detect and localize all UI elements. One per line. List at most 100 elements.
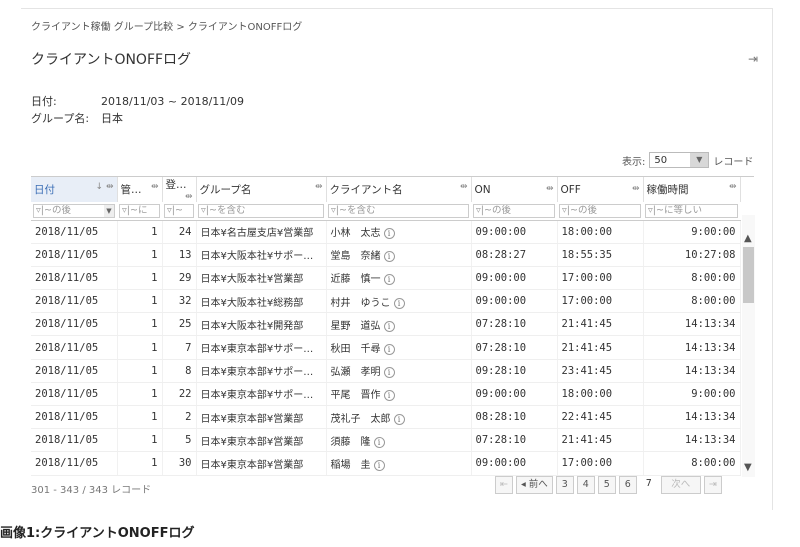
info-icon[interactable]: i <box>383 344 395 356</box>
info-icon[interactable]: i <box>393 297 405 309</box>
table-cell: 24 <box>162 220 197 244</box>
exit-icon[interactable]: ⇥ <box>746 52 760 66</box>
filter-input[interactable]: ▿|~に <box>119 203 160 218</box>
column-menu-icon[interactable]: ⇹ <box>632 184 640 194</box>
table-row[interactable]: 2018/11/05 1 32 日本¥大阪本社¥総務部 村井 ゆうこ i 09:00:00 1… <box>31 289 741 314</box>
display-label: 表示: <box>622 156 646 168</box>
table-cell: 23:41:45 <box>557 359 644 383</box>
table-row[interactable]: 2018/11/05 1 7 日本¥東京本部¥サポー… 秋田 千尋 i 07:28:10 21… <box>31 335 741 360</box>
info-icon[interactable]: i <box>373 436 385 448</box>
info-icon[interactable]: i <box>383 274 395 286</box>
page-button[interactable]: 4 <box>576 476 595 494</box>
column-menu-icon[interactable]: ⇹ <box>151 182 159 192</box>
table-cell: 32 <box>162 289 197 314</box>
scroll-down-icon[interactable]: ▼ <box>744 462 752 473</box>
next-page-button[interactable]: 次へ <box>660 476 701 494</box>
info-icon[interactable]: i <box>383 320 395 332</box>
info-icon[interactable]: i <box>393 413 405 425</box>
info-icon[interactable]: i <box>383 251 395 263</box>
cell-value: 09:00:00 <box>475 225 527 238</box>
column-header-label: 日付 <box>34 184 55 196</box>
column-header[interactable]: 登… ⇹ <box>162 177 197 202</box>
column-header[interactable]: 日付 ↓ ⇹ <box>31 177 118 202</box>
table-row[interactable]: 2018/11/05 1 2 日本¥東京本部¥営業部 茂礼子 太郎 i 08:28:10 22… <box>31 405 741 430</box>
table-cell: 1 <box>117 243 163 267</box>
last-page-button[interactable]: ⇥ <box>703 476 722 494</box>
scroll-thumb[interactable] <box>743 247 754 303</box>
sort-desc-icon[interactable]: ↓ ⇹ <box>96 182 114 192</box>
column-menu-icon[interactable]: ⇹ <box>315 182 323 192</box>
page-button[interactable]: 6 <box>618 476 637 494</box>
filter-cell: ▿|~を含む <box>326 202 471 221</box>
cell-value: 平尾 晋作 <box>330 390 381 402</box>
cell-value: 21:41:45 <box>561 318 613 331</box>
page-size-select[interactable]: 50 ▼ <box>649 152 710 168</box>
table-cell: 14:13:34 <box>643 359 741 383</box>
filter-input[interactable]: ▿|~の後 <box>473 203 555 218</box>
info-icon[interactable]: i <box>383 228 395 240</box>
table-cell: 2018/11/05 <box>31 243 118 267</box>
table-cell: 日本¥大阪本社¥サポー… <box>196 243 327 267</box>
column-header-label: OFF <box>560 183 581 196</box>
table-cell: 17:00:00 <box>557 451 644 476</box>
filter-input[interactable]: ▿|~に等しい <box>645 203 738 218</box>
column-header[interactable]: 管… ⇹ <box>117 177 163 202</box>
cell-value: 32 <box>178 295 192 308</box>
table-row[interactable]: 2018/11/05 1 13 日本¥大阪本社¥サポー… 堂島 奈緒 i 08:28:27 1… <box>31 243 741 267</box>
table-cell: 07:28:10 <box>471 312 558 337</box>
table-cell: 2018/11/05 <box>31 382 118 407</box>
filter-input[interactable]: ▿|~を含む <box>198 203 324 218</box>
scrollbar[interactable]: ▲ ▼ <box>742 215 755 477</box>
table-cell: 9:00:00 <box>643 220 741 244</box>
cell-value: 星野 道弘 <box>330 320 381 332</box>
first-page-button[interactable]: ⇤ <box>495 476 513 494</box>
chevron-down-icon[interactable]: ▼ <box>690 153 709 167</box>
filter-icon: ▿| <box>36 204 44 216</box>
column-menu-icon[interactable]: ⇹ <box>185 192 193 202</box>
page-button[interactable]: 3 <box>555 476 574 494</box>
column-header[interactable]: グループ名 ⇹ <box>196 177 327 202</box>
page-button[interactable]: 5 <box>597 476 616 494</box>
filter-input[interactable]: ▿|~ <box>164 203 194 218</box>
table-row[interactable]: 2018/11/05 1 24 日本¥名古屋支店¥営業部 小林 太志 i 09:00:00 1… <box>31 220 741 244</box>
table-row[interactable]: 2018/11/05 1 8 日本¥東京本部¥サポー… 弘瀬 孝明 i 09:28:10 23… <box>31 359 741 383</box>
filter-cell: ▿|~を含む <box>196 202 326 221</box>
filter-input[interactable]: ▿|~の後 <box>559 203 641 218</box>
column-header[interactable]: ON ⇹ <box>471 177 558 202</box>
column-header-label: 稼働時間 <box>646 184 689 196</box>
cell-value: 8:00:00 <box>691 271 736 284</box>
info-icon[interactable]: i <box>383 390 395 402</box>
column-menu-icon[interactable]: ⇹ <box>729 182 737 192</box>
info-icon[interactable]: i <box>373 459 385 471</box>
column-menu-icon[interactable]: ⇹ <box>546 184 554 194</box>
cell-value: 2018/11/05 <box>35 318 99 331</box>
filter-input[interactable]: ▿|~の後 ▼ <box>33 203 115 218</box>
table-row[interactable]: 2018/11/05 1 29 日本¥大阪本社¥営業部 近藤 慎一 i 09:00:00 17… <box>31 266 741 291</box>
column-header[interactable]: OFF ⇹ <box>557 177 644 202</box>
filter-input[interactable]: ▿|~を含む <box>328 203 469 218</box>
scroll-up-icon[interactable]: ▲ <box>744 233 752 244</box>
cell-value: 日本¥名古屋支店¥営業部 <box>200 228 314 240</box>
cell-value: 8:00:00 <box>691 457 736 470</box>
cell-value: 18:55:35 <box>561 248 613 261</box>
table-row[interactable]: 2018/11/05 1 25 日本¥大阪本社¥開発部 星野 道弘 i 07:28:10 21… <box>31 312 741 337</box>
cell-value: 2018/11/05 <box>35 387 99 400</box>
prev-page-button[interactable]: ◂ 前へ <box>516 476 553 494</box>
column-header[interactable]: 稼働時間 ⇹ <box>643 177 741 202</box>
filter-cell: ▿|~の後 <box>471 202 557 221</box>
breadcrumb[interactable]: クライアント稼働 グループ比較 > クライアントONOFFログ <box>31 18 302 33</box>
info-icon[interactable]: i <box>383 367 395 379</box>
table-cell: 星野 道弘 i <box>326 312 472 337</box>
table-cell: 日本¥東京本部¥サポー… <box>196 359 327 383</box>
table-cell: 8 <box>162 359 197 383</box>
column-menu-icon[interactable]: ⇹ <box>460 182 468 192</box>
table-row[interactable]: 2018/11/05 1 5 日本¥東京本部¥営業部 須藤 隆 i 07:28:10 21:4… <box>31 428 741 453</box>
table-row[interactable]: 2018/11/05 1 22 日本¥東京本部¥サポー… 平尾 晋作 i 09:00:00 1… <box>31 382 741 407</box>
cell-value: 24 <box>178 225 192 238</box>
table-row[interactable]: 2018/11/05 1 30 日本¥東京本部¥営業部 稲場 圭 i 09:00:00 17:… <box>31 451 741 476</box>
column-header-label: ON <box>474 183 491 196</box>
meta-info: 日付: 2018/11/03 ~ 2018/11/09 グループ名: 日本 <box>31 93 244 127</box>
cell-value: 2018/11/05 <box>35 225 99 238</box>
column-header[interactable]: クライアント名 ⇹ <box>326 177 472 202</box>
chevron-down-icon[interactable]: ▼ <box>104 204 114 217</box>
